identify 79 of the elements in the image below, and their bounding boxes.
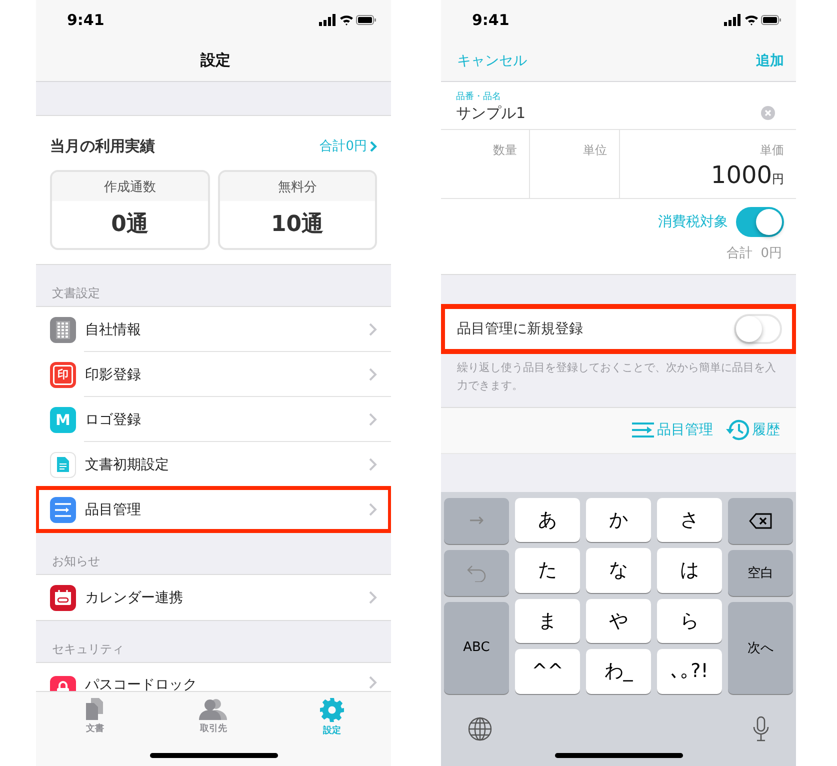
keyboard-key[interactable]: さ <box>657 498 722 542</box>
section-header: セキュリティ <box>51 641 125 658</box>
quantity-label: 数量 <box>493 142 517 158</box>
keyboard-key[interactable]: ABC <box>444 602 509 694</box>
price-label: 単価 <box>760 142 784 158</box>
status-time: 9:41 <box>67 11 104 29</box>
chevron-right-icon <box>369 503 377 516</box>
register-label: 品目管理に新規登録 <box>457 320 583 338</box>
total-text: 合計 0円 <box>441 236 796 274</box>
delete-key[interactable] <box>728 498 793 544</box>
chevron-right-icon <box>369 458 377 471</box>
stat-value: 10通 <box>270 211 325 239</box>
stat-value: 0通 <box>110 211 150 239</box>
settings-row[interactable]: カレンダー連携 <box>36 575 391 620</box>
register-toggle[interactable] <box>734 314 782 344</box>
undo-icon <box>466 564 486 582</box>
price-value: 1000 円 <box>710 160 784 188</box>
people-icon <box>199 698 228 720</box>
keyboard-key[interactable]: か <box>586 498 651 542</box>
usage-title: 当月の利用実績 <box>50 136 155 156</box>
microphone-icon[interactable] <box>753 716 769 742</box>
status-time: 9:41 <box>472 11 510 29</box>
field-label: 品番・品名 <box>456 90 502 103</box>
section-header: 文書設定 <box>51 285 101 302</box>
row-label: カレンダー連携 <box>85 588 184 606</box>
keyboard-key[interactable]: 次へ <box>728 602 793 694</box>
row-label: 自社情報 <box>85 320 142 338</box>
history-icon <box>725 419 749 441</box>
row-label: 文書初期設定 <box>85 456 170 474</box>
sliders-icon <box>50 496 76 522</box>
status-icons-drawing <box>319 14 377 26</box>
logo-icon: M <box>50 406 76 432</box>
stat-label: 作成通数 <box>52 172 208 201</box>
keyboard-key[interactable]: な <box>586 548 651 592</box>
chevron-right-icon <box>370 140 377 152</box>
tax-label: 消費税対象 <box>658 212 728 230</box>
name-input-field[interactable]: サンプル1 <box>456 104 756 122</box>
keyboard-key[interactable]: は <box>657 548 722 592</box>
keyboard-key[interactable]: ､｡?! <box>657 649 722 694</box>
price-field[interactable]: 単価 1000 円 <box>620 130 796 198</box>
building-icon <box>50 316 76 342</box>
row-label: パスコードロック <box>85 676 198 691</box>
delete-icon <box>748 512 772 528</box>
keyboard-key[interactable]: ら <box>657 598 722 643</box>
tax-toggle[interactable] <box>736 206 784 236</box>
section-header: お知らせ <box>51 553 101 570</box>
register-note: 繰り返し使う品目を登録しておくことで、次から簡単に品目を入力できます。 <box>456 360 777 394</box>
calendar-icon <box>50 584 76 610</box>
chevron-right-icon <box>369 676 377 689</box>
keyboard-key[interactable]: ^^ <box>515 649 580 694</box>
chevron-right-icon <box>369 368 377 381</box>
screen-title: 設定 <box>199 51 232 70</box>
settings-row[interactable]: 文書初期設定 <box>36 442 391 487</box>
seal-icon: 印 <box>50 362 76 388</box>
settings-row[interactable]: M ロゴ登録 <box>36 397 391 442</box>
unit-label: 単位 <box>583 142 607 158</box>
keyboard-key[interactable]: あ <box>515 498 580 542</box>
settings-row[interactable]: 印 印影登録 <box>36 352 391 397</box>
globe-icon[interactable] <box>468 716 492 740</box>
keyboard-key[interactable]: わ_ <box>586 649 651 694</box>
name-field[interactable]: 品番・品名 サンプル1 <box>441 82 796 130</box>
keyboard-key[interactable]: ま <box>515 598 580 643</box>
chevron-right-icon <box>369 591 377 604</box>
settings-icon <box>320 698 344 722</box>
documents-icon <box>85 698 106 720</box>
row-label: ロゴ登録 <box>85 410 142 428</box>
keyboard-key[interactable]: や <box>586 598 651 643</box>
sliders-icon <box>632 422 654 438</box>
settings-row[interactable]: 品目管理 <box>36 487 391 532</box>
stat-label: 無料分 <box>220 172 375 201</box>
keyboard-key[interactable]: 空白 <box>728 550 793 596</box>
row-label: 品目管理 <box>85 500 142 518</box>
settings-row[interactable]: 自社情報 <box>36 307 391 352</box>
status-icons-drawing <box>724 14 782 26</box>
document-icon <box>50 452 76 478</box>
chevron-right-icon <box>369 323 377 336</box>
keyboard-key[interactable]: た <box>515 548 580 592</box>
row-label: 印影登録 <box>85 366 142 384</box>
chevron-right-icon <box>369 413 377 426</box>
